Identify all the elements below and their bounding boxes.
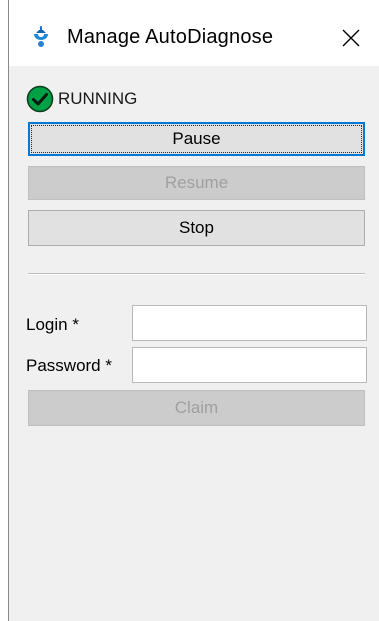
title-bar[interactable]: Manage AutoDiagnose (9, 0, 379, 66)
claim-button[interactable]: Claim (28, 390, 365, 426)
section-divider (28, 273, 365, 275)
login-field[interactable] (132, 305, 367, 341)
pause-button[interactable]: Pause (28, 122, 365, 156)
status-indicator: RUNNING (26, 84, 137, 114)
password-field[interactable] (132, 347, 367, 383)
password-label: Password * (26, 356, 112, 375)
manage-autodiagnose-window: Manage AutoDiagnose RUNNING Pause Resume… (8, 0, 379, 621)
check-circle-icon (26, 85, 54, 113)
login-label: Login * (26, 315, 79, 334)
stop-button[interactable]: Stop (28, 210, 365, 246)
resume-button[interactable]: Resume (28, 166, 365, 200)
close-icon (342, 29, 360, 47)
status-text: RUNNING (58, 89, 138, 108)
app-icon (34, 26, 48, 47)
close-button[interactable] (331, 20, 371, 56)
window-title: Manage AutoDiagnose (67, 26, 274, 48)
